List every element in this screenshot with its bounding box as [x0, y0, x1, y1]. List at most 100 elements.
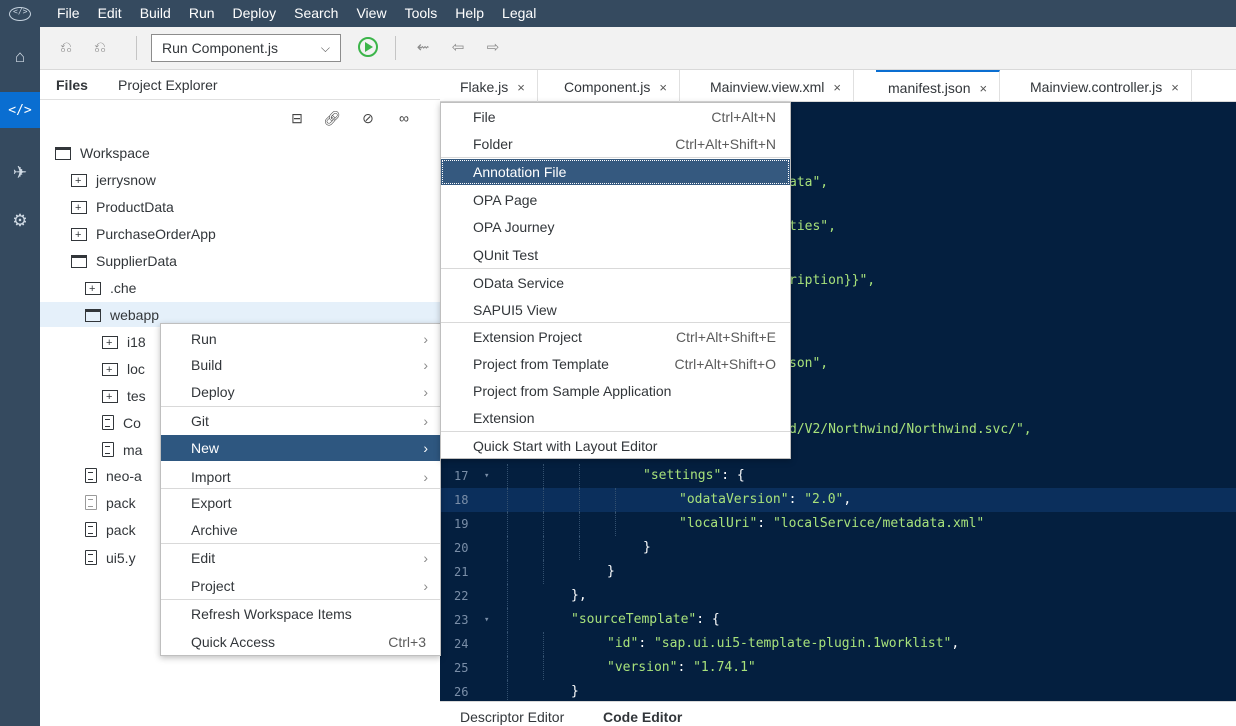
tab-files[interactable]: Files	[56, 77, 88, 93]
menu-legal[interactable]: Legal	[493, 0, 545, 27]
context-menu-item-edit[interactable]: Edit ›	[161, 545, 440, 571]
close-icon[interactable]: ×	[833, 80, 841, 95]
settings-gear-icon[interactable]: ⚙	[0, 203, 40, 239]
tree-item-productdata[interactable]: ProductData	[71, 195, 174, 220]
menu-view[interactable]: View	[347, 0, 395, 27]
context-menu-item-build[interactable]: Build ›	[161, 352, 440, 378]
new-menu-item-annotation-file[interactable]: Annotation File	[441, 159, 790, 185]
close-icon[interactable]: ×	[517, 80, 525, 95]
new-menu-item-project-from-template[interactable]: Project from Template Ctrl+Alt+Shift+O	[441, 351, 790, 377]
code-line: 19 "localUri": "localService/metadata.xml…	[440, 512, 1236, 536]
new-menu-item-sapui5-view[interactable]: SAPUI5 View	[441, 297, 790, 323]
menu-item-label: Annotation File	[473, 164, 567, 180]
context-menu-item-run[interactable]: Run ›	[161, 326, 440, 352]
collapse-all-icon[interactable]: ⊟	[287, 110, 307, 128]
menu-edit[interactable]: Edit	[89, 0, 131, 27]
code-fragment: ata",	[789, 175, 829, 190]
tree-item-i18[interactable]: i18	[102, 330, 146, 355]
tab-mainview-view-xml[interactable]: Mainview.view.xml ×	[698, 70, 854, 102]
context-menu-item-archive[interactable]: Archive	[161, 517, 440, 543]
close-icon[interactable]: ×	[979, 81, 987, 96]
menu-build[interactable]: Build	[131, 0, 180, 27]
context-menu-item-quick-access[interactable]: Quick Access Ctrl+3	[161, 629, 440, 655]
new-menu-item-extension-project[interactable]: Extension Project Ctrl+Alt+Shift+E	[441, 324, 790, 350]
menu-file[interactable]: File	[40, 0, 89, 27]
tree-item-neoa[interactable]: neo-a	[85, 464, 142, 488]
code-line: 23 ▾ "sourceTemplate": {	[440, 608, 1236, 632]
json-key: "sourceTemplate"	[571, 612, 697, 627]
tree-item-ui5y[interactable]: ui5.y	[85, 546, 136, 570]
menu-deploy[interactable]: Deploy	[224, 0, 286, 27]
menu-item-label: Build	[191, 357, 223, 373]
new-menu-item-project-from-sample-application[interactable]: Project from Sample Application	[441, 378, 790, 404]
menu-run[interactable]: Run	[180, 0, 224, 27]
menu-tools[interactable]: Tools	[396, 0, 447, 27]
context-menu-item-deploy[interactable]: Deploy ›	[161, 379, 440, 405]
tab-flake-js[interactable]: Flake.js ×	[448, 70, 538, 102]
binoculars-icon[interactable]: ∞	[394, 110, 414, 128]
context-menu-item-refresh-workspace-items[interactable]: Refresh Workspace Items	[161, 601, 440, 627]
back-arrow-icon[interactable]: ⇦	[448, 38, 468, 58]
tab-code-editor[interactable]: Code Editor	[603, 709, 682, 725]
tab-manifest-json[interactable]: manifest.json ×	[876, 70, 1001, 102]
tab-descriptor-editor[interactable]: Descriptor Editor	[460, 709, 564, 725]
menu-item-shortcut: Ctrl+Alt+N	[711, 109, 776, 125]
previous-edit-icon[interactable]: ⇜	[413, 38, 433, 58]
fold-arrow-icon[interactable]: ▾	[484, 464, 489, 488]
development-icon[interactable]: </>	[0, 92, 40, 128]
tab-label: Flake.js	[460, 79, 509, 95]
menu-search[interactable]: Search	[285, 0, 347, 27]
menu-item-shortcut: Ctrl+Alt+Shift+O	[674, 356, 776, 372]
new-menu-item-folder[interactable]: Folder Ctrl+Alt+Shift+N	[441, 131, 790, 157]
hide-icon[interactable]: ⊘	[358, 110, 378, 128]
link-icon[interactable]: 🔗︎	[322, 110, 342, 128]
fold-arrow-icon[interactable]: ▾	[484, 608, 489, 632]
new-menu-item-opa-page[interactable]: OPA Page	[441, 187, 790, 213]
tree-item-workspace[interactable]: Workspace	[55, 141, 150, 165]
tree-item-pack[interactable]: pack	[85, 491, 136, 515]
tree-item-che[interactable]: .che	[85, 276, 136, 301]
panel-tabs: Files Project Explorer	[40, 70, 440, 100]
context-menu-item-export[interactable]: Export	[161, 490, 440, 516]
home-icon[interactable]: ⌂	[0, 39, 40, 75]
run-play-icon[interactable]	[358, 37, 378, 57]
tree-item-purchaseorderapp[interactable]: PurchaseOrderApp	[71, 222, 216, 247]
new-menu-item-extension[interactable]: Extension	[441, 405, 790, 431]
indent-guide	[507, 488, 508, 512]
new-menu-item-opa-journey[interactable]: OPA Journey	[441, 214, 790, 240]
tab-mainview-controller-js[interactable]: Mainview.controller.js ×	[1018, 70, 1192, 102]
line-number: 26	[454, 685, 469, 699]
tree-item-webapp[interactable]: webapp	[85, 303, 159, 327]
context-menu-item-project[interactable]: Project ›	[161, 573, 440, 599]
json-punct: }	[607, 564, 615, 579]
run-configuration-select[interactable]: Run Component.js ⌵	[151, 34, 341, 62]
rocket-icon[interactable]: ✈	[0, 155, 40, 191]
undo-icon[interactable]: ⎌	[56, 38, 76, 58]
code-text: },	[571, 584, 587, 608]
indent-guide	[507, 656, 508, 680]
tab-component-js[interactable]: Component.js ×	[552, 70, 680, 102]
context-menu-item-import[interactable]: Import ›	[161, 464, 440, 490]
tree-item-ma[interactable]: ma	[102, 438, 142, 462]
new-menu-item-file[interactable]: File Ctrl+Alt+N	[441, 104, 790, 130]
context-menu-item-git[interactable]: Git ›	[161, 408, 440, 434]
json-key: "version"	[607, 660, 678, 675]
tree-item-pack[interactable]: pack	[85, 518, 136, 542]
tree-item-tes[interactable]: tes	[102, 384, 146, 409]
file-icon	[102, 442, 114, 457]
new-menu-item-odata-service[interactable]: OData Service	[441, 270, 790, 296]
context-menu-item-new[interactable]: New ›	[161, 435, 440, 461]
tree-item-loc[interactable]: loc	[102, 357, 145, 382]
new-menu-item-quick-start-with-layout-editor[interactable]: Quick Start with Layout Editor	[441, 433, 790, 459]
close-icon[interactable]: ×	[659, 80, 667, 95]
forward-arrow-icon[interactable]: ⇨	[483, 38, 503, 58]
tree-item-co[interactable]: Co	[102, 411, 141, 435]
tab-project-explorer[interactable]: Project Explorer	[118, 77, 218, 93]
close-icon[interactable]: ×	[1171, 80, 1179, 95]
tree-item-jerrysnow[interactable]: jerrysnow	[71, 168, 156, 193]
new-menu-item-qunit-test[interactable]: QUnit Test	[441, 242, 790, 268]
menu-help[interactable]: Help	[446, 0, 493, 27]
tree-item-supplierdata[interactable]: SupplierData	[71, 249, 177, 273]
redo-icon[interactable]: ⎌	[90, 38, 110, 58]
menu-item-label: Archive	[191, 522, 238, 538]
